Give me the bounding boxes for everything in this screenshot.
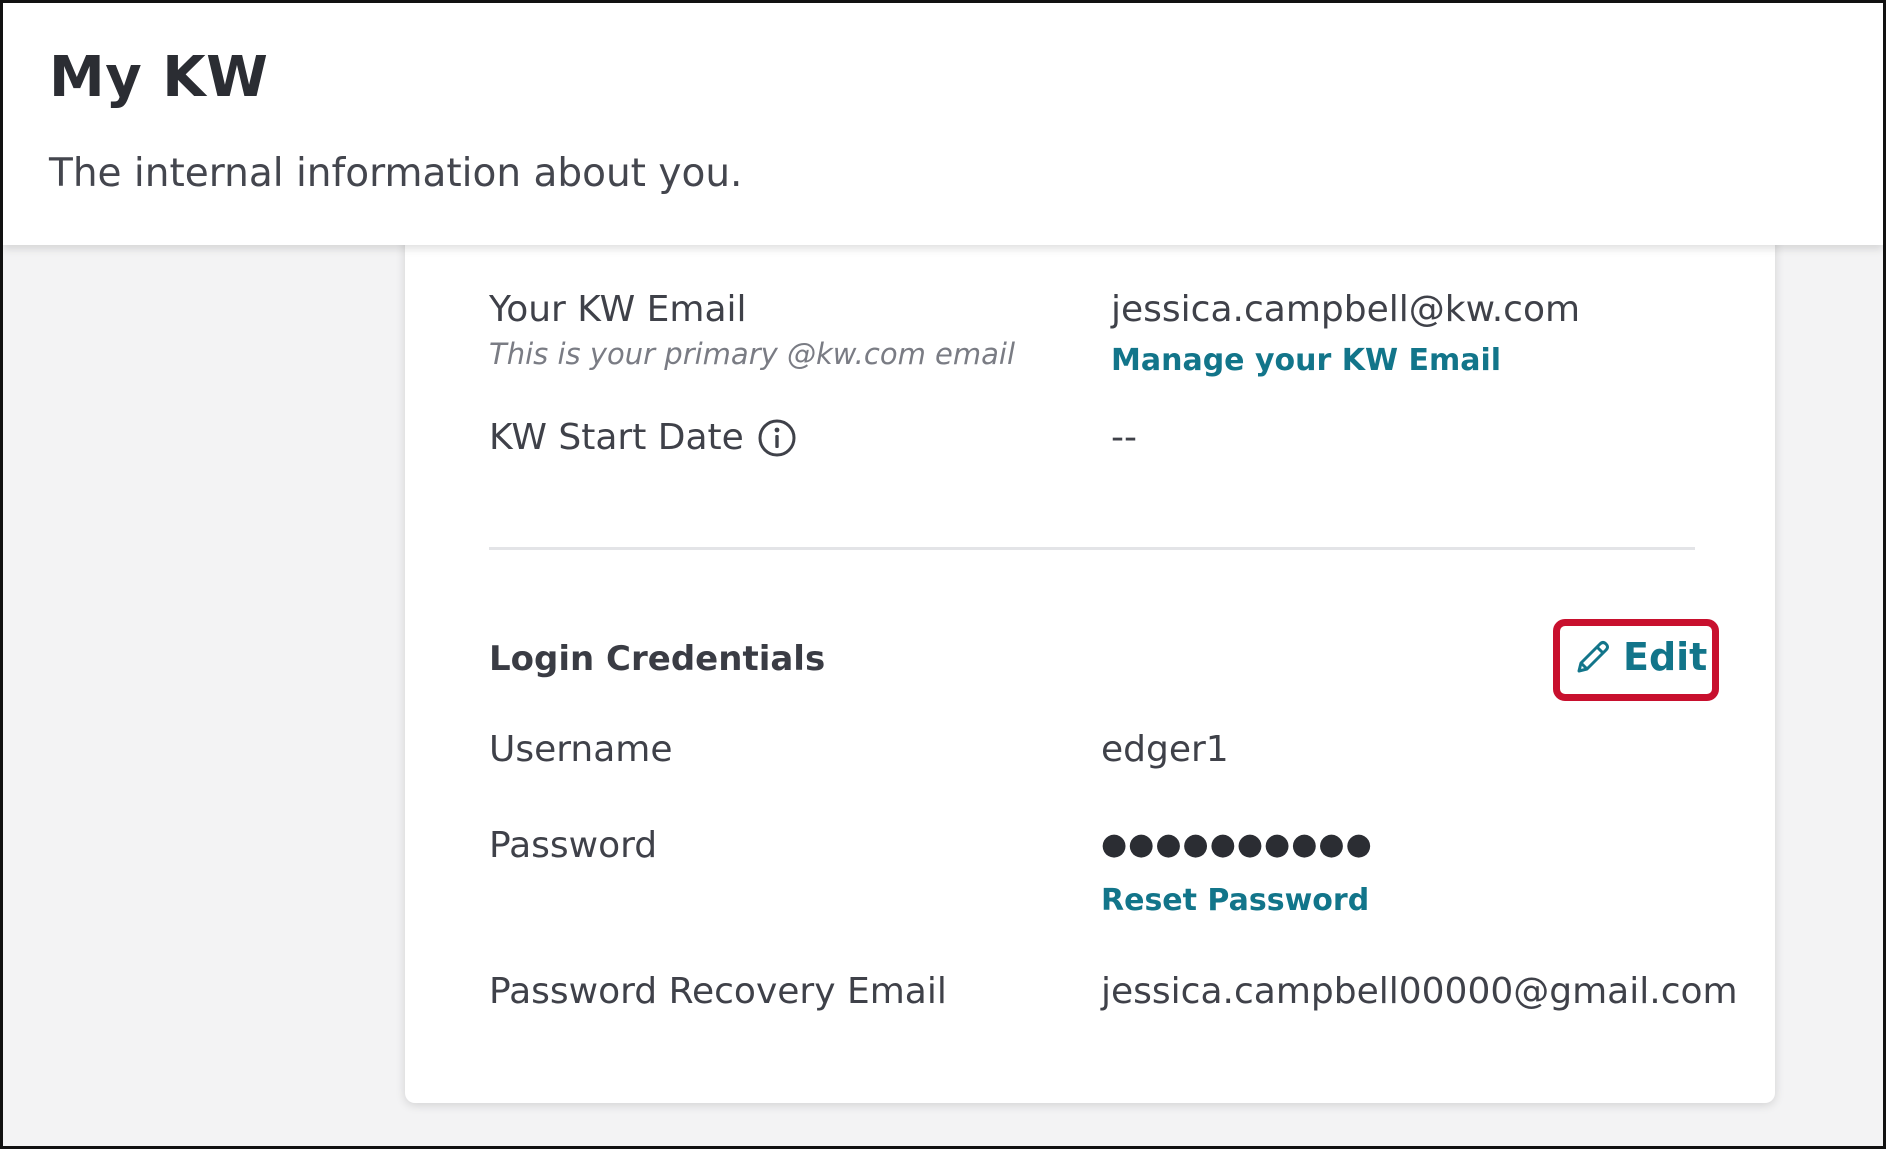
- edit-button[interactable]: Edit: [1573, 635, 1707, 679]
- screenshot-frame: My KW The internal information about you…: [0, 0, 1886, 1149]
- kw-start-date-label: KW Start Date: [489, 417, 744, 458]
- recovery-email-value: jessica.campbell00000@gmail.com: [1101, 971, 1738, 1012]
- page-header: My KW The internal information about you…: [3, 3, 1883, 245]
- reset-password-link[interactable]: Reset Password: [1101, 883, 1369, 918]
- kw-email-value: jessica.campbell@kw.com: [1111, 289, 1581, 330]
- manage-kw-email-link[interactable]: Manage your KW Email: [1111, 343, 1501, 378]
- my-kw-card: Your KW Email This is your primary @kw.c…: [405, 203, 1775, 1103]
- login-credentials-title: Login Credentials: [489, 639, 826, 679]
- username-value: edger1: [1101, 729, 1229, 770]
- kw-email-label: Your KW Email: [489, 289, 747, 330]
- section-divider: [489, 547, 1695, 550]
- kw-start-date-value: --: [1111, 417, 1137, 458]
- pencil-icon: [1577, 641, 1609, 673]
- info-icon[interactable]: [757, 418, 797, 458]
- password-label: Password: [489, 825, 658, 866]
- kw-email-hint: This is your primary @kw.com email: [489, 337, 1016, 371]
- page-title: My KW: [49, 45, 269, 110]
- password-value: ●●●●●●●●●●: [1101, 827, 1373, 862]
- edit-button-label: Edit: [1623, 635, 1708, 679]
- recovery-email-label: Password Recovery Email: [489, 971, 947, 1012]
- username-label: Username: [489, 729, 673, 770]
- page-subtitle: The internal information about you.: [49, 151, 743, 196]
